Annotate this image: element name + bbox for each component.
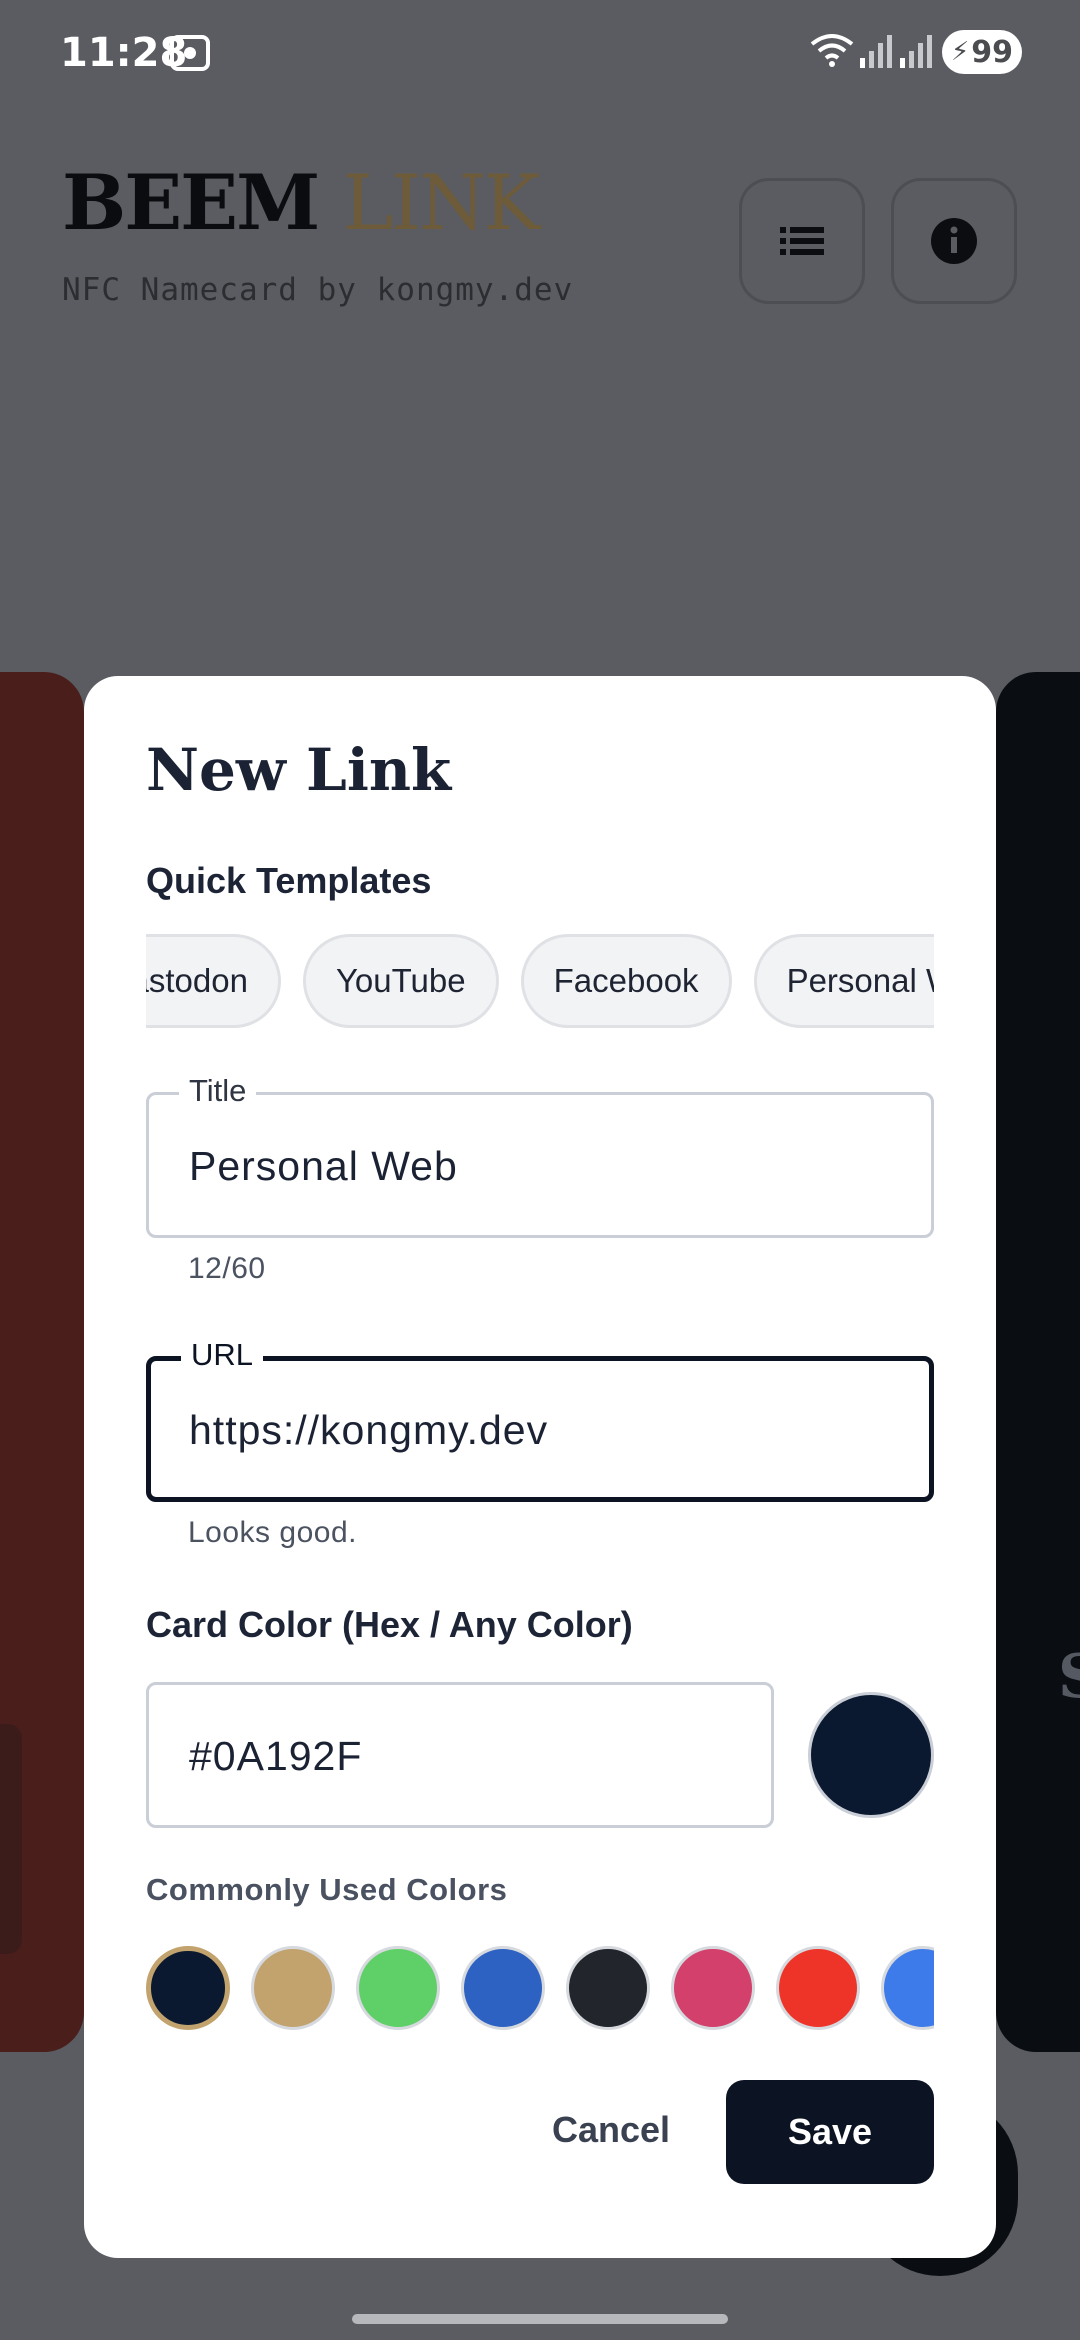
template-chip-facebook[interactable]: Facebook [520,934,732,1028]
new-link-dialog: New Link Quick Templates Mastodon YouTub… [84,676,996,2258]
wifi-icon [810,34,854,67]
info-icon [931,218,977,264]
brand-logo: BEEM LINK [62,158,541,247]
dialog-title: New Link [146,736,452,804]
battery-indicator: ⚡ 99 [942,30,1022,74]
background-card-left [0,672,84,2052]
color-swatch[interactable] [776,1946,860,2030]
title-field-label: Title [179,1073,257,1109]
signal-icon-2 [900,35,932,68]
brand-primary: BEEM [62,158,320,247]
status-bar: 11:28 ⚡ 99 [0,0,1080,105]
list-icon [780,227,824,255]
tagline: NFC Namecard by kongmy.dev [62,272,574,308]
templates-track: Mastodon YouTube Facebook Personal Web [146,934,934,1028]
list-button[interactable] [739,178,865,304]
url-input-value[interactable]: https://kongmy.dev [189,1407,548,1454]
screenshot-icon [170,35,210,71]
hex-color-value[interactable]: #0A192F [189,1733,362,1780]
color-swatch[interactable] [671,1946,755,2030]
quick-templates-label: Quick Templates [146,860,432,901]
info-button[interactable] [891,178,1017,304]
color-preview-circle[interactable] [808,1692,934,1818]
background-card-right: S [996,672,1080,2052]
color-swatch[interactable] [251,1946,335,2030]
template-chip-mastodon[interactable]: Mastodon [146,934,281,1028]
color-swatch[interactable] [461,1946,545,2030]
charging-bolt-icon: ⚡ [950,37,970,67]
quick-templates-scroller[interactable]: Mastodon YouTube Facebook Personal Web [146,934,934,1030]
common-colors-label: Commonly Used Colors [146,1872,508,1907]
background-card-text: S [1058,1642,1080,1712]
template-chip-personal-web[interactable]: Personal Web [753,934,934,1028]
hex-color-field[interactable]: #0A192F [146,1682,774,1828]
battery-level: 99 [971,34,1013,70]
cancel-button[interactable]: Cancel [536,2080,686,2180]
color-swatch[interactable] [566,1946,650,2030]
url-helper-text: Looks good. [188,1516,357,1549]
title-input-value[interactable]: Personal Web [189,1143,458,1190]
color-swatch[interactable] [146,1946,230,2030]
color-swatches-row[interactable] [146,1944,934,2034]
status-time: 11:28 [60,30,188,76]
save-button[interactable]: Save [726,2080,934,2184]
title-field[interactable]: Title Personal Web [146,1073,934,1238]
color-swatch[interactable] [356,1946,440,2030]
home-indicator[interactable] [352,2314,728,2324]
brand-secondary: LINK [342,158,541,247]
card-color-label: Card Color (Hex / Any Color) [146,1604,633,1645]
color-swatch[interactable] [881,1946,934,2030]
title-character-counter: 12/60 [188,1252,266,1285]
signal-icon [860,35,892,68]
url-field-label: URL [181,1337,264,1373]
background-card-inner [0,1724,22,1954]
url-field[interactable]: URL https://kongmy.dev [146,1337,934,1502]
template-chip-youtube[interactable]: YouTube [302,934,499,1028]
